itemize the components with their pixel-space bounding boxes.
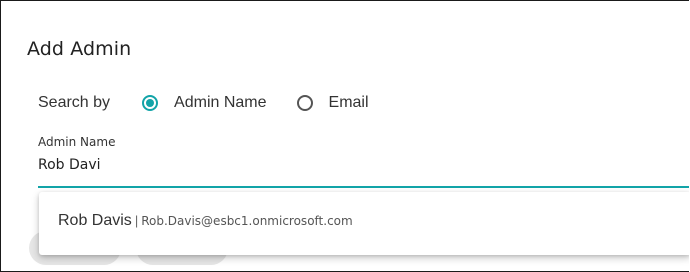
search-by-group: Search by Admin Name Email — [38, 91, 369, 115]
input-focus-underline — [38, 186, 689, 188]
admin-name-input[interactable] — [38, 155, 689, 175]
suggestion-item[interactable]: Rob Davis | Rob.Davis@esbc1.onmicrosoft.… — [58, 212, 353, 230]
dialog-title: Add Admin — [27, 38, 132, 60]
admin-name-label: Admin Name — [38, 135, 116, 149]
suggestion-separator: | — [134, 213, 139, 228]
suggestion-email: Rob.Davis@esbc1.onmicrosoft.com — [141, 214, 353, 228]
radio-unchecked-icon[interactable] — [296, 95, 313, 111]
radio-email-label: Email — [328, 94, 369, 111]
search-by-label: Search by — [38, 94, 111, 111]
suggestion-name: Rob Davis — [58, 212, 132, 229]
autocomplete-dropdown: Rob Davis | Rob.Davis@esbc1.onmicrosoft.… — [39, 192, 689, 255]
radio-admin-name-label: Admin Name — [174, 94, 267, 111]
admin-name-field: Admin Name — [38, 135, 689, 188]
radio-checked-icon[interactable] — [142, 95, 159, 111]
radio-email[interactable]: Email — [296, 94, 369, 112]
add-admin-dialog: Add Admin Search by Admin Name Email Adm… — [0, 0, 689, 272]
radio-admin-name[interactable]: Admin Name — [142, 94, 267, 112]
